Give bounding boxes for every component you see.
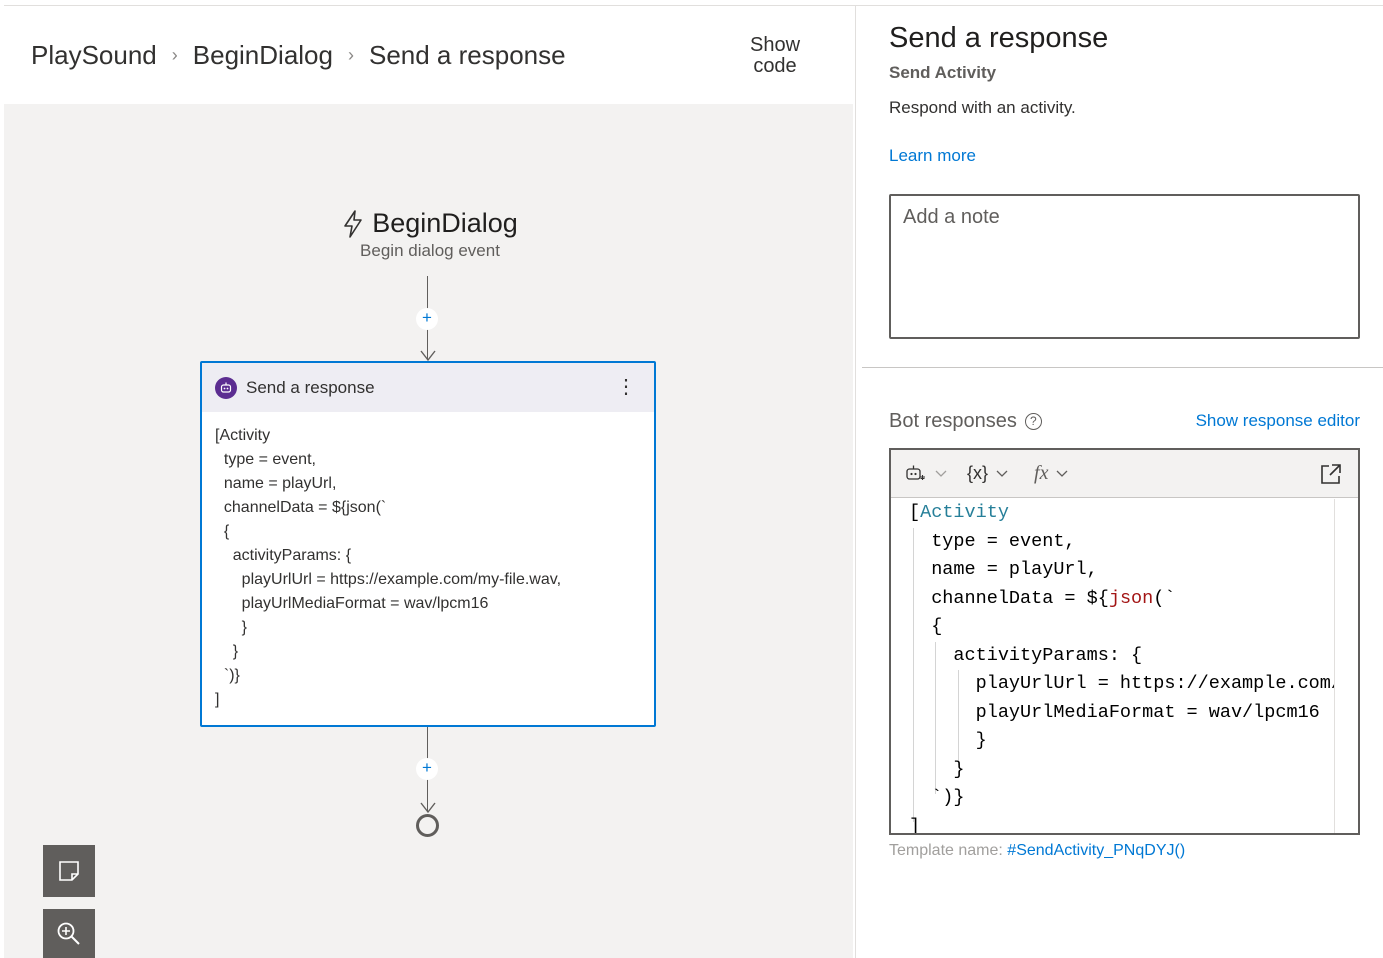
breadcrumb-separator-icon: › xyxy=(171,45,178,65)
breadcrumb-separator-icon: › xyxy=(347,45,354,65)
insert-property-button[interactable]: {x} xyxy=(967,450,1008,498)
node-body-line: `)} xyxy=(215,667,240,684)
code-line: { xyxy=(909,616,943,637)
visual-editor-header: PlaySound › BeginDialog › Send a respons… xyxy=(4,6,855,104)
properties-description: Respond with an activity. xyxy=(889,98,1076,117)
section-divider xyxy=(862,367,1383,368)
node-body-line: [Activity xyxy=(215,427,271,444)
template-menu-button[interactable] xyxy=(905,450,947,498)
show-code-button[interactable]: Show code xyxy=(744,35,806,77)
zoom-in-icon xyxy=(57,922,80,945)
node-body-line: ] xyxy=(215,691,220,708)
editor-scrollbar[interactable] xyxy=(1334,499,1358,833)
code-line: playUrlUrl = https://example.com/ xyxy=(909,673,1337,694)
breadcrumb-item-begindialog[interactable]: BeginDialog xyxy=(193,40,333,71)
code-line: playUrlMediaFormat = wav/lpcm16 xyxy=(909,701,1320,723)
variables-label: {x} xyxy=(967,463,989,483)
node-body-line: playUrlMediaFormat = wav/lpcm16 xyxy=(215,595,489,612)
visual-editor-pane: PlaySound › BeginDialog › Send a respons… xyxy=(0,0,855,958)
template-label: Template name: xyxy=(889,842,1003,859)
function-icon: fx xyxy=(1034,462,1049,484)
template-name-link[interactable]: #SendActivity_PNqDYJ() xyxy=(1007,842,1185,859)
node-title: Send a response xyxy=(246,377,375,397)
chevron-down-icon xyxy=(996,470,1008,477)
code-line: [Activity xyxy=(909,502,1009,523)
properties-subtitle: Send Activity xyxy=(889,63,997,82)
trigger-title-row: BeginDialog xyxy=(330,208,530,239)
code-line: name = playUrl, xyxy=(909,559,1098,580)
node-body-line: { xyxy=(215,523,230,540)
template-name-row: Template name: #SendActivity_PNqDYJ() xyxy=(889,842,1185,860)
add-node-button[interactable]: + xyxy=(416,758,438,780)
code-line: activityParams: { xyxy=(909,644,1143,666)
send-response-node[interactable]: Send a response ⋮ [Activity type = event… xyxy=(200,361,656,727)
code-line: } xyxy=(909,730,987,751)
code-line: channelData = ${json(` xyxy=(909,587,1176,609)
end-node xyxy=(416,814,439,837)
editor-toolbar: {x} fx xyxy=(891,450,1358,498)
trigger-subtitle: Begin dialog event xyxy=(360,241,500,260)
trigger-title: BeginDialog xyxy=(372,208,518,238)
chevron-down-icon xyxy=(935,470,947,477)
arrow-down-icon xyxy=(420,802,436,814)
node-header: Send a response ⋮ xyxy=(202,363,654,412)
node-body-line: } xyxy=(215,619,248,636)
node-body-line: name = playUrl, xyxy=(215,475,337,492)
code-editor[interactable]: [Activity type = event, name = playUrl, … xyxy=(891,499,1337,835)
breadcrumb-item-playsound[interactable]: PlaySound xyxy=(31,40,157,71)
note-icon xyxy=(59,861,79,881)
properties-title: Send a response xyxy=(889,22,1109,54)
node-body-line: activityParams: { xyxy=(215,547,352,564)
help-icon[interactable]: ? xyxy=(1024,413,1042,430)
node-body-line: playUrlUrl = https://example.com/my-file… xyxy=(215,571,562,588)
bot-template-icon xyxy=(906,465,925,480)
zoom-in-button[interactable] xyxy=(43,909,95,958)
note-field[interactable] xyxy=(889,194,1360,339)
insert-function-button[interactable]: fx xyxy=(1034,450,1068,498)
chevron-down-icon xyxy=(1057,470,1068,477)
bot-icon xyxy=(215,376,237,399)
node-body-line: type = event, xyxy=(215,451,316,468)
lightning-icon xyxy=(344,209,362,238)
node-body-line: } xyxy=(215,643,239,660)
more-options-icon[interactable]: ⋮ xyxy=(616,375,636,399)
response-editor[interactable]: {x} fx [Activity type = event, name = pl… xyxy=(889,448,1360,835)
breadcrumb: PlaySound › BeginDialog › Send a respons… xyxy=(31,40,566,71)
show-response-editor-link[interactable]: Show response editor xyxy=(1196,411,1360,431)
trigger-node[interactable]: BeginDialog Begin dialog event xyxy=(330,208,530,261)
bot-responses-label-row: Bot responses ? xyxy=(889,410,1042,433)
code-line: ] xyxy=(909,815,921,835)
bot-responses-label: Bot responses xyxy=(889,410,1017,432)
code-line: type = event, xyxy=(909,530,1076,552)
popout-icon[interactable] xyxy=(1320,463,1342,485)
learn-more-link[interactable]: Learn more xyxy=(889,146,976,166)
pane-divider[interactable] xyxy=(855,6,856,958)
node-body: [Activity type = event, name = playUrl, … xyxy=(202,412,654,712)
node-body-line: channelData = ${json(` xyxy=(215,499,387,516)
code-line: } xyxy=(909,758,965,780)
breadcrumb-item-send-response[interactable]: Send a response xyxy=(369,40,566,71)
code-line: `)} xyxy=(909,787,965,808)
add-node-button[interactable]: + xyxy=(416,308,438,330)
minimap-button[interactable] xyxy=(43,845,95,897)
